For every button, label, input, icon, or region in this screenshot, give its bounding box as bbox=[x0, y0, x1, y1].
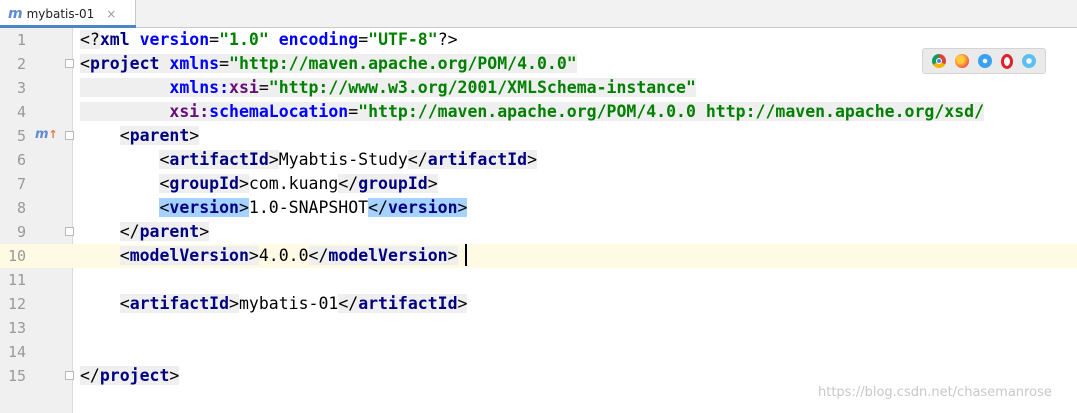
chrome-icon[interactable] bbox=[931, 54, 946, 68]
line-number: 10 bbox=[7, 247, 26, 265]
code-text: <?xml version="1.0" encoding="UTF-8"?> bbox=[80, 30, 458, 49]
fold-toggle-icon[interactable] bbox=[65, 371, 74, 380]
line-number: 8 bbox=[16, 199, 26, 217]
code-text: xmlns:xsi="http://www.w3.org/2001/XMLSch… bbox=[80, 76, 696, 100]
code-line[interactable]: 7 <groupId>com.kuang</groupId> bbox=[0, 172, 1077, 196]
matched-tag-highlight: </version> bbox=[368, 198, 468, 217]
code-line[interactable]: 13 bbox=[0, 316, 1077, 340]
code-line[interactable]: 3 xmlns:xsi="http://www.w3.org/2001/XMLS… bbox=[0, 76, 1077, 100]
line-number: 5 bbox=[16, 127, 26, 145]
code-line-current[interactable]: 10 <modelVersion>4.0.0</modelVersion> bbox=[0, 244, 1077, 268]
line-number: 15 bbox=[7, 367, 26, 385]
ie-icon[interactable] bbox=[1022, 54, 1037, 68]
tab-mybatis-01[interactable]: m mybatis-01 × bbox=[0, 0, 136, 28]
line-number: 12 bbox=[7, 295, 26, 313]
code-line[interactable]: 12 <artifactId>mybatis-01</artifactId> bbox=[0, 292, 1077, 316]
line-number: 1 bbox=[16, 31, 26, 49]
code-line[interactable]: 14 bbox=[0, 340, 1077, 364]
code-text: </project> bbox=[80, 366, 180, 385]
browser-preview-bar bbox=[922, 48, 1046, 74]
code-text: <artifactId>mybatis-01</artifactId> bbox=[119, 294, 468, 313]
code-line[interactable]: 2 <project xmlns="http://maven.apache.or… bbox=[0, 52, 1077, 76]
editor-tab-bar: m mybatis-01 × bbox=[0, 0, 1077, 28]
close-icon[interactable]: × bbox=[106, 7, 116, 21]
code-text: <groupId>com.kuang</groupId> bbox=[159, 174, 438, 193]
code-text: <parent> bbox=[119, 126, 200, 145]
text-caret bbox=[465, 244, 467, 266]
safari-icon[interactable] bbox=[977, 54, 992, 68]
line-number: 3 bbox=[16, 79, 26, 97]
fold-toggle-icon[interactable] bbox=[65, 227, 74, 236]
code-text: <modelVersion>4.0.0</modelVersion> bbox=[119, 246, 458, 265]
opera-icon[interactable] bbox=[1001, 53, 1014, 69]
code-line[interactable]: 5 m↑ <parent> bbox=[0, 124, 1077, 148]
code-text: <project xmlns="http://maven.apache.org/… bbox=[80, 54, 577, 73]
code-text: <artifactId>Myabtis-Study</artifactId> bbox=[159, 150, 537, 169]
code-line[interactable]: 11 bbox=[0, 268, 1077, 292]
line-number: 7 bbox=[16, 175, 26, 193]
line-number: 4 bbox=[16, 103, 26, 121]
firefox-icon[interactable] bbox=[954, 54, 969, 68]
tab-label: mybatis-01 bbox=[26, 6, 95, 21]
code-line[interactable]: 6 <artifactId>Myabtis-Study</artifactId> bbox=[0, 148, 1077, 172]
line-number: 13 bbox=[7, 319, 26, 337]
matched-tag-highlight: <version> bbox=[159, 198, 249, 217]
code-text: </parent> bbox=[119, 222, 210, 241]
code-editor[interactable]: 1 <?xml version="1.0" encoding="UTF-8"?>… bbox=[0, 28, 1077, 413]
maven-m-icon: m bbox=[8, 5, 23, 22]
line-number: 14 bbox=[7, 343, 26, 361]
code-line[interactable]: 9 </parent> bbox=[0, 220, 1077, 244]
code-line[interactable]: 4 xsi:schemaLocation="http://maven.apach… bbox=[0, 100, 1077, 124]
fold-toggle-icon[interactable] bbox=[65, 131, 74, 140]
watermark: https://blog.csdn.net/chasemanrose bbox=[818, 385, 1052, 400]
line-number: 2 bbox=[16, 55, 26, 73]
line-number: 11 bbox=[7, 271, 26, 289]
code-text: xsi:schemaLocation="http://maven.apache.… bbox=[80, 100, 985, 124]
fold-toggle-icon[interactable] bbox=[65, 59, 74, 68]
line-number: 6 bbox=[16, 151, 26, 169]
maven-parent-icon[interactable]: m↑ bbox=[35, 127, 58, 142]
code-text: <version>1.0-SNAPSHOT</version> bbox=[159, 198, 468, 217]
code-line[interactable]: 1 <?xml version="1.0" encoding="UTF-8"?> bbox=[0, 28, 1077, 52]
line-number: 9 bbox=[16, 223, 26, 241]
code-line[interactable]: 8 <version>1.0-SNAPSHOT</version> bbox=[0, 196, 1077, 220]
